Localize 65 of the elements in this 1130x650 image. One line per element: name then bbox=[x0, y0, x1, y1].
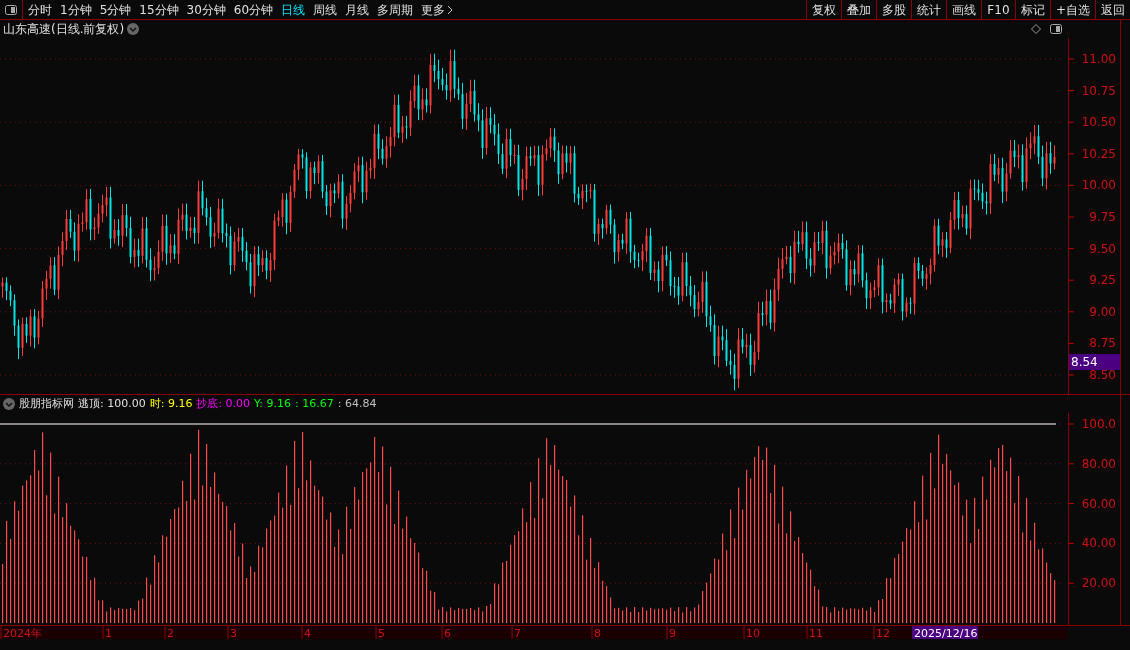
chevron-right-icon bbox=[447, 4, 454, 15]
toolbar-button[interactable]: +自选 bbox=[1049, 0, 1095, 19]
date-axis-label: 7 bbox=[514, 627, 521, 640]
date-axis-label: 5 bbox=[378, 627, 385, 640]
price-axis-label: 9.50 bbox=[1089, 241, 1116, 256]
indicator-name: 股朋指标网 bbox=[19, 395, 74, 412]
toolbar-button[interactable]: 返回 bbox=[1095, 0, 1130, 19]
toolbar-button[interactable]: 叠加 bbox=[840, 0, 876, 19]
panel-toggle-icon[interactable] bbox=[5, 4, 17, 15]
price-axis-label: 10.75 bbox=[1081, 83, 1116, 98]
period-tab[interactable]: 5分钟 bbox=[99, 0, 132, 19]
date-axis-label: 3 bbox=[230, 627, 237, 640]
indicator-readout: : 16.67 bbox=[295, 395, 334, 412]
indicator-readout: 时: 9.16 bbox=[149, 395, 193, 412]
period-tab[interactable]: 多周期 bbox=[377, 0, 414, 19]
price-axis-label: 10.00 bbox=[1081, 178, 1116, 193]
period-tab[interactable]: 分时 bbox=[28, 0, 52, 19]
last-price-label: 8.54 bbox=[1069, 354, 1120, 370]
date-axis-label: 9 bbox=[669, 627, 676, 640]
current-date-label: 2025/12/16 bbox=[912, 626, 978, 640]
indicator-axis-label: 80.00 bbox=[1081, 456, 1116, 471]
price-axis-label: 10.50 bbox=[1081, 115, 1116, 130]
date-axis-label: 12 bbox=[876, 627, 890, 640]
period-tab[interactable]: 1分钟 bbox=[60, 0, 92, 19]
chart-title: 山东高速(日线.前复权) bbox=[3, 21, 125, 38]
price-axis-label: 11.00 bbox=[1081, 52, 1116, 66]
indicator-axis-label: 40.00 bbox=[1081, 536, 1116, 551]
price-axis-label: 10.25 bbox=[1081, 146, 1116, 161]
indicator-readout: 逃顶: 100.00 bbox=[78, 395, 146, 412]
period-tab[interactable]: 月线 bbox=[345, 0, 370, 19]
dropdown-icon[interactable] bbox=[127, 23, 140, 35]
toolbar-button[interactable]: 统计 bbox=[910, 0, 946, 19]
period-tab[interactable]: 15分钟 bbox=[139, 0, 179, 19]
date-axis-label: 11 bbox=[809, 627, 823, 640]
indicator-axis-label: 60.00 bbox=[1081, 496, 1116, 511]
toolbar-button[interactable]: 复权 bbox=[805, 0, 841, 19]
indicator-axis-label: 20.00 bbox=[1081, 576, 1116, 591]
period-tab[interactable]: 更多 bbox=[421, 0, 454, 19]
date-axis-label: 1 bbox=[105, 627, 112, 640]
price-axis-label: 8.50 bbox=[1089, 368, 1116, 382]
toolbar-button[interactable]: 标记 bbox=[1014, 0, 1050, 19]
indicator-readout: Y: 9.16 bbox=[254, 395, 292, 412]
price-axis-label: 8.75 bbox=[1089, 336, 1116, 351]
date-axis-label: 2024年 bbox=[3, 627, 42, 640]
price-axis-label: 9.75 bbox=[1089, 210, 1116, 224]
indicator-readout: 抄底: 0.00 bbox=[196, 395, 251, 412]
period-tab[interactable]: 日线 bbox=[281, 0, 306, 19]
toolbar-button[interactable]: 画线 bbox=[945, 0, 981, 19]
toolbar-button[interactable]: F10 bbox=[980, 0, 1015, 19]
period-tab[interactable]: 60分钟 bbox=[233, 0, 274, 19]
date-axis-label: 4 bbox=[304, 627, 311, 640]
date-axis-label: 2 bbox=[167, 627, 174, 640]
indicator-axis-label: 100.0 bbox=[1081, 417, 1116, 431]
panel-toggle-icon[interactable] bbox=[1050, 24, 1062, 34]
diamond-icon[interactable] bbox=[1031, 24, 1041, 34]
indicator-readout: : 64.84 bbox=[337, 395, 377, 412]
price-axis-label: 9.25 bbox=[1089, 273, 1116, 288]
date-axis-label: 6 bbox=[444, 627, 451, 640]
price-axis-label: 9.00 bbox=[1089, 304, 1116, 319]
date-axis-label: 8 bbox=[594, 627, 601, 640]
period-tab[interactable]: 周线 bbox=[313, 0, 338, 19]
period-tab[interactable]: 30分钟 bbox=[186, 0, 226, 19]
dropdown-icon[interactable] bbox=[3, 398, 15, 410]
toolbar-button[interactable]: 多股 bbox=[875, 0, 911, 19]
date-axis-label: 10 bbox=[746, 627, 760, 640]
